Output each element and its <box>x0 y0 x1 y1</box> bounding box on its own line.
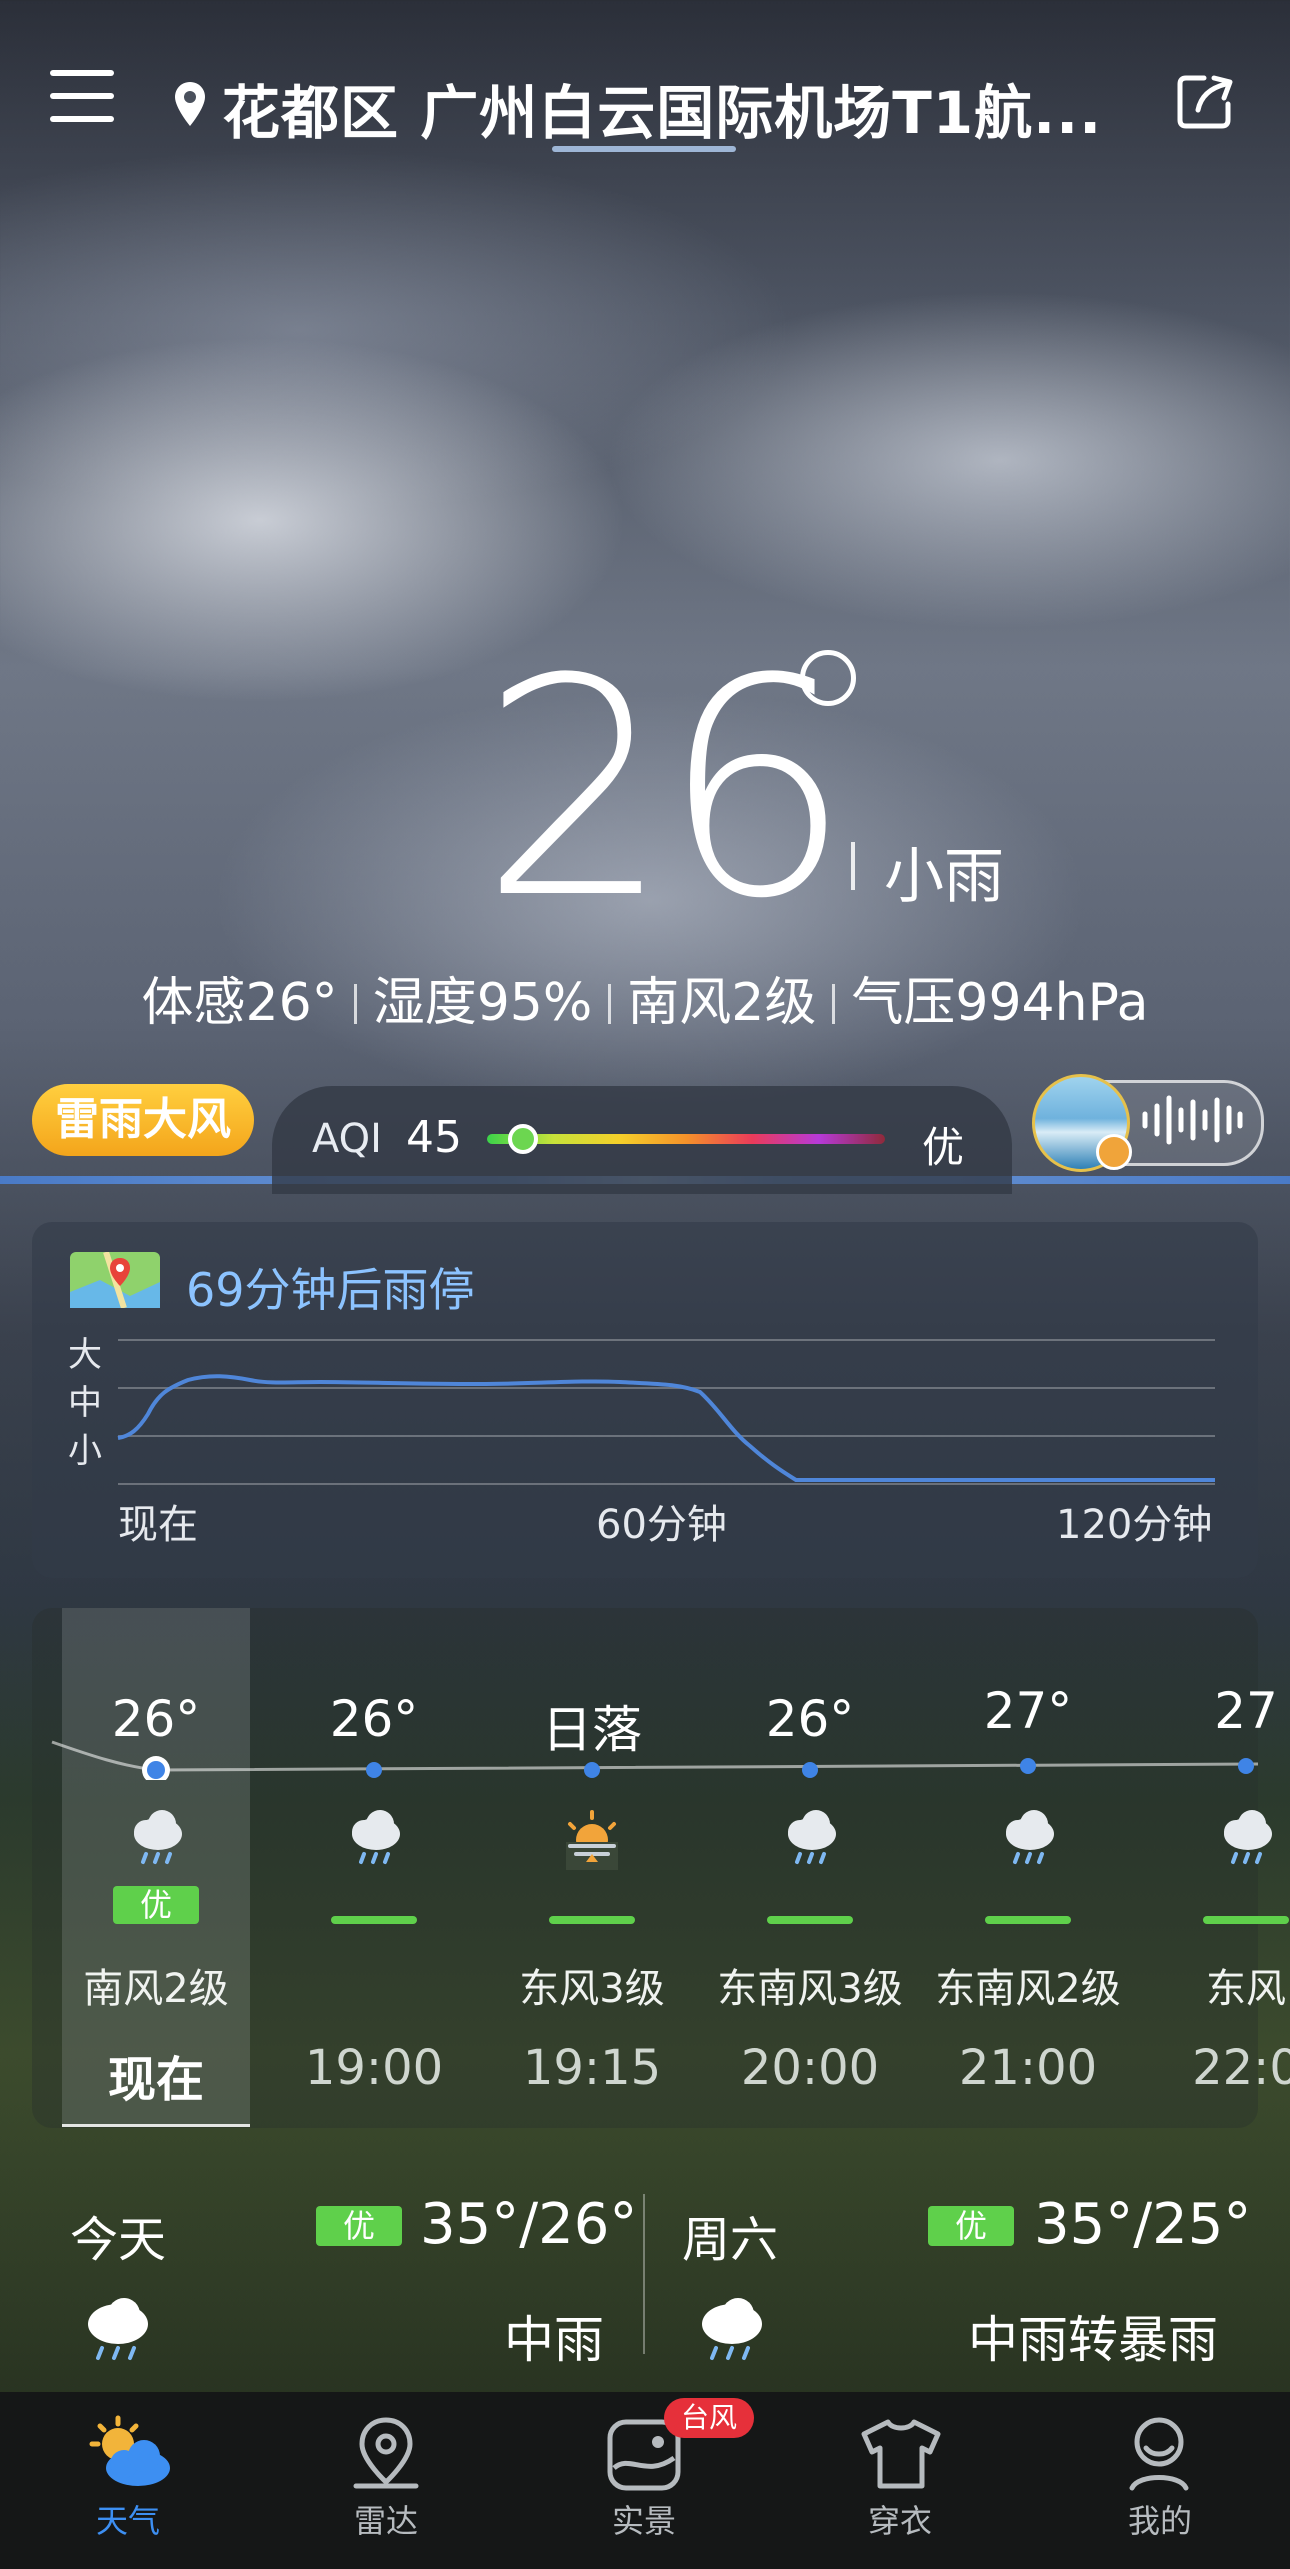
feels-like: 体感26° <box>141 973 338 1033</box>
day-aqi-badge: 优 <box>928 2206 1014 2246</box>
radar-icon[interactable] <box>350 2414 422 2494</box>
location-pin-icon <box>175 82 205 126</box>
rain-icon <box>265 1806 483 1870</box>
rain-icon <box>47 1806 265 1870</box>
aqi-level: 优 <box>922 1123 965 1172</box>
aqi-label: AQI <box>312 1116 382 1162</box>
hour-aqi-bar <box>549 1916 635 1924</box>
hour-aqi-bar <box>331 1916 417 1924</box>
rain-icon <box>701 1806 919 1870</box>
map-icon <box>70 1252 160 1308</box>
hour-aqi-badge: 优 <box>113 1886 199 1924</box>
profile-icon[interactable] <box>1124 2414 1194 2494</box>
hour-temperature: 26° <box>329 1690 419 1748</box>
hour-time: 20:00 <box>740 2040 880 2096</box>
hour-temperature: 27 <box>1214 1682 1278 1740</box>
share-icon[interactable] <box>1174 70 1236 132</box>
hour-temperature: 26° <box>765 1690 855 1748</box>
rain-y-label: 中 <box>68 1383 102 1423</box>
rain-icon <box>1137 1806 1290 1870</box>
day-name-today: 今天 <box>70 2212 167 2268</box>
hour-wind: 东南风3级 <box>717 1966 903 2012</box>
tab-photo-label[interactable]: 实景 <box>564 2496 724 2542</box>
rain-intensity-chart: 大 中 小 现在 60分钟 120分钟 <box>68 1335 1215 1548</box>
day-condition: 中雨 <box>504 2311 604 2369</box>
clothing-icon[interactable] <box>858 2416 944 2492</box>
day-temp-range: 35°/25° <box>1034 2192 1252 2257</box>
play-icon[interactable] <box>1096 1134 1132 1170</box>
hour-temperature: 27° <box>983 1682 1073 1740</box>
day-name-saturday: 周六 <box>682 2212 779 2268</box>
aqi-scale-bar <box>487 1134 885 1144</box>
hour-time: 22:0 <box>1192 2040 1290 2096</box>
weather-icon[interactable] <box>84 2414 176 2494</box>
sound-wave-icon <box>1142 1095 1243 1145</box>
divider <box>832 984 836 1024</box>
rain-icon <box>702 2298 762 2360</box>
divider <box>608 984 612 1024</box>
current-condition: 小雨 <box>884 842 1004 912</box>
day-aqi-badge: 优 <box>316 2206 402 2246</box>
sunset-icon <box>483 1806 701 1872</box>
wind: 南风2级 <box>627 973 817 1033</box>
day-condition: 中雨转暴雨 <box>968 2311 1218 2369</box>
rain-x-label: 现在 <box>118 1502 198 1548</box>
hour-time: 21:00 <box>958 2040 1098 2096</box>
divider <box>353 984 357 1024</box>
divider <box>643 2194 645 2354</box>
rain-x-label: 120分钟 <box>1056 1502 1212 1548</box>
aqi-indicator <box>507 1124 538 1154</box>
rain-y-label: 小 <box>68 1431 102 1471</box>
hour-wind: 南风2级 <box>83 1966 229 2012</box>
typhoon-badge: 台风 <box>664 2398 754 2438</box>
rain-icon <box>88 2298 148 2360</box>
rain-y-label: 大 <box>68 1335 102 1375</box>
hour-wind: 东风 <box>1206 1966 1286 2012</box>
aqi-value: 45 <box>406 1112 462 1163</box>
location-title[interactable]: 花都区 广州白云国际机场T1航... <box>222 66 1101 150</box>
menu-icon[interactable] <box>50 70 114 122</box>
rain-icon <box>919 1806 1137 1870</box>
humidity: 湿度95% <box>372 973 593 1033</box>
hour-wind: 东南风2级 <box>935 1966 1121 2012</box>
hour-temperature: 26° <box>111 1690 201 1748</box>
tab-profile-label[interactable]: 我的 <box>1080 2496 1240 2542</box>
rain-x-label: 60分钟 <box>596 1502 727 1548</box>
day-temp-range: 35°/26° <box>420 2192 638 2257</box>
current-stats: 体感26° 湿度95% 南风2级 气压994hPa <box>0 960 1290 1035</box>
tab-weather-label[interactable]: 天气 <box>48 2496 208 2542</box>
tab-radar-label[interactable]: 雷达 <box>306 2496 466 2542</box>
page-indicator <box>552 146 736 152</box>
hour-aqi-bar <box>1203 1916 1289 1924</box>
hour-aqi-bar <box>985 1916 1071 1924</box>
hour-wind: 东风3级 <box>519 1966 665 2012</box>
tab-clothing-label[interactable]: 穿衣 <box>820 2496 980 2542</box>
hour-aqi-bar <box>767 1916 853 1924</box>
hour-time: 现在 <box>107 2052 204 2108</box>
hour-time: 19:00 <box>304 2040 444 2096</box>
degree-symbol <box>800 650 856 706</box>
pressure: 气压994hPa <box>851 973 1149 1033</box>
hour-time: 19:15 <box>522 2040 662 2096</box>
hour-temperature: 日落 <box>542 1701 642 1759</box>
rain-forecast-title: 69分钟后雨停 <box>186 1263 475 1317</box>
current-temperature: 26 <box>480 615 852 964</box>
divider <box>851 842 855 890</box>
weather-alert-badge[interactable]: 雷雨大风 <box>32 1084 254 1156</box>
